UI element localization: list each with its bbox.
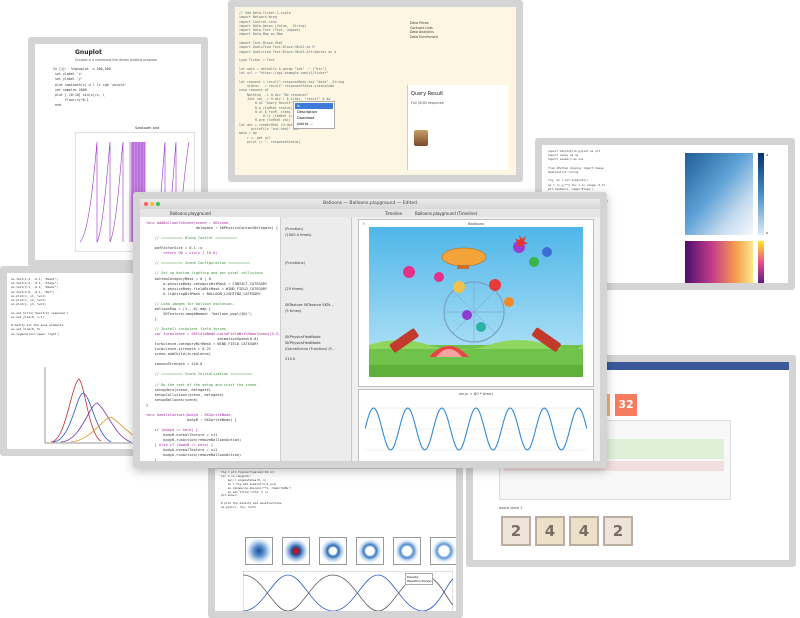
tab-playground-file[interactable]: Balloons.playground (170, 211, 211, 216)
game-score-tile: 32 (615, 394, 637, 416)
query-result-title: Query Result (411, 91, 444, 97)
wavefunction-legend: Density Wavefunction(s) (405, 573, 434, 585)
wavefunction-thumb (319, 537, 347, 565)
wavefunction-thumb (430, 537, 456, 565)
spectrum-code: ax.text(1.2, -0.1, "Peak1") ax.text(2.6,… (11, 277, 69, 336)
code-line: b.physicsBody.categoryBitMask = CONTACT_… (146, 281, 268, 286)
api-autocomplete-menu[interactable]: ls Description Download Add to ... (293, 101, 335, 129)
wavefunction-code: fig = plt.figure(figsize=(10,4)) for n i… (221, 470, 292, 510)
code-line: } (146, 458, 157, 463)
heatmap-legend-bottom: 0 (766, 231, 768, 235)
gnuplot-plot-title: Sawtooth plot (135, 126, 160, 130)
code-lines: func addBalloonToScene(scene : SKScene, … (146, 221, 280, 468)
wavefunction-thumbs (245, 537, 456, 565)
game-row-label: board state 2 (499, 506, 523, 510)
wavefunction-thumb (393, 537, 421, 565)
code-line: b.physicsBody.fieldBitMask = WIND_FIELD_… (146, 286, 268, 291)
sidebar-result[interactable]: (GameScene (Function) (F... (285, 347, 335, 351)
sidebar-result[interactable]: (Functions) (285, 261, 305, 265)
code-line: b.lightingBitMask = BALLOON_LIGHTING_CAT… (146, 291, 261, 296)
game-tile: 4 (535, 516, 565, 546)
sidebar-result[interactable]: (25 times) (285, 287, 304, 291)
sidebar-result[interactable]: SKPhysicsFieldNode (285, 341, 321, 345)
game-tile-row: 2 4 4 2 (501, 516, 633, 546)
game-tile: 2 (603, 516, 633, 546)
top-right-item-3: Data Analytics (410, 30, 434, 34)
results-sidebar: (Function) (1000.0 times) (Functions) (2… (280, 217, 351, 461)
gnuplot-code: In [1]: %%gnuplot -s 500,500 set xlabel … (53, 67, 127, 108)
sine-plot-title: sin(x + 60 * time) (459, 391, 493, 396)
scene-close-icon[interactable]: × (362, 221, 365, 226)
heatmap-colorbar-2 (758, 241, 764, 283)
balloon-scene (369, 227, 583, 377)
game-tile: 2 (501, 516, 531, 546)
wavefunction-thumb (245, 537, 273, 565)
heatmap-image-2 (685, 241, 753, 283)
sine-plot-panel: sin(x + 60 * time) (358, 389, 594, 461)
legend-wavefunction: Wavefunction(s) (407, 579, 432, 583)
scene-title: Balloons (467, 221, 485, 226)
gnuplot-subtitle: Gnuplot is a command-line driven plottin… (75, 58, 157, 62)
code-line: delegate : SKPhysicsContactDelegate) { (146, 226, 278, 231)
sidebar-result[interactable]: (Function) (285, 227, 303, 231)
window-title: Balloons — Balloons.playground — Edited (322, 200, 418, 206)
query-result-image (414, 130, 428, 146)
code-line: } (146, 463, 149, 468)
sidebar-result[interactable]: SKTexture SKTexture SKTe... (285, 303, 334, 307)
code-editor[interactable]: func addBalloonToScene(scene : SKScene, … (140, 217, 280, 468)
sidebar-result[interactable]: (1000.0 times) (285, 233, 312, 237)
sidebar-result[interactable]: (5 times) (285, 309, 301, 313)
tab-timeline[interactable]: Timeline (385, 211, 402, 216)
menu-item-add[interactable]: Add to ... (295, 121, 333, 127)
api-query-window: // Gdd-Beta-Ticker-1.scala import Networ… (228, 0, 523, 182)
tab-timeline-file[interactable]: Balloons.playground (Timeline) (415, 211, 477, 216)
sidebar-result[interactable]: SKPhysicsFieldNode (285, 335, 321, 339)
sine-plot (365, 407, 587, 451)
main-playground-window: Balloons — Balloons.playground — Edited … (133, 192, 607, 468)
heatmap-legend-top: 4 (766, 153, 768, 157)
wavefunction-thumb (282, 537, 310, 565)
code-line: // Set up bottom lighting and per-pixel … (146, 271, 265, 276)
query-result-panel: Query Result Full JSON response (407, 85, 508, 170)
wavefunction-notebook-window: fig = plt.figure(figsize=(10,4)) for n i… (208, 462, 463, 618)
scene-panel: Balloons × (358, 219, 594, 387)
top-right-item-4: Data Enrichment (410, 34, 438, 39)
heatmap-image (685, 153, 753, 235)
query-result-status: Full JSON response (411, 101, 444, 105)
game-tile: 4 (569, 516, 599, 546)
sidebar-result[interactable]: 210.0 (285, 357, 295, 361)
wavefunction-thumb (356, 537, 384, 565)
timeline-pane: Balloons × sin(x + 60 * time) (351, 217, 600, 461)
gnuplot-title: Gnuplot (75, 49, 102, 56)
api-top-right-list: Data Prices Contract Lists Data Analytic… (410, 21, 438, 39)
heatmap-colorbar (758, 153, 764, 235)
